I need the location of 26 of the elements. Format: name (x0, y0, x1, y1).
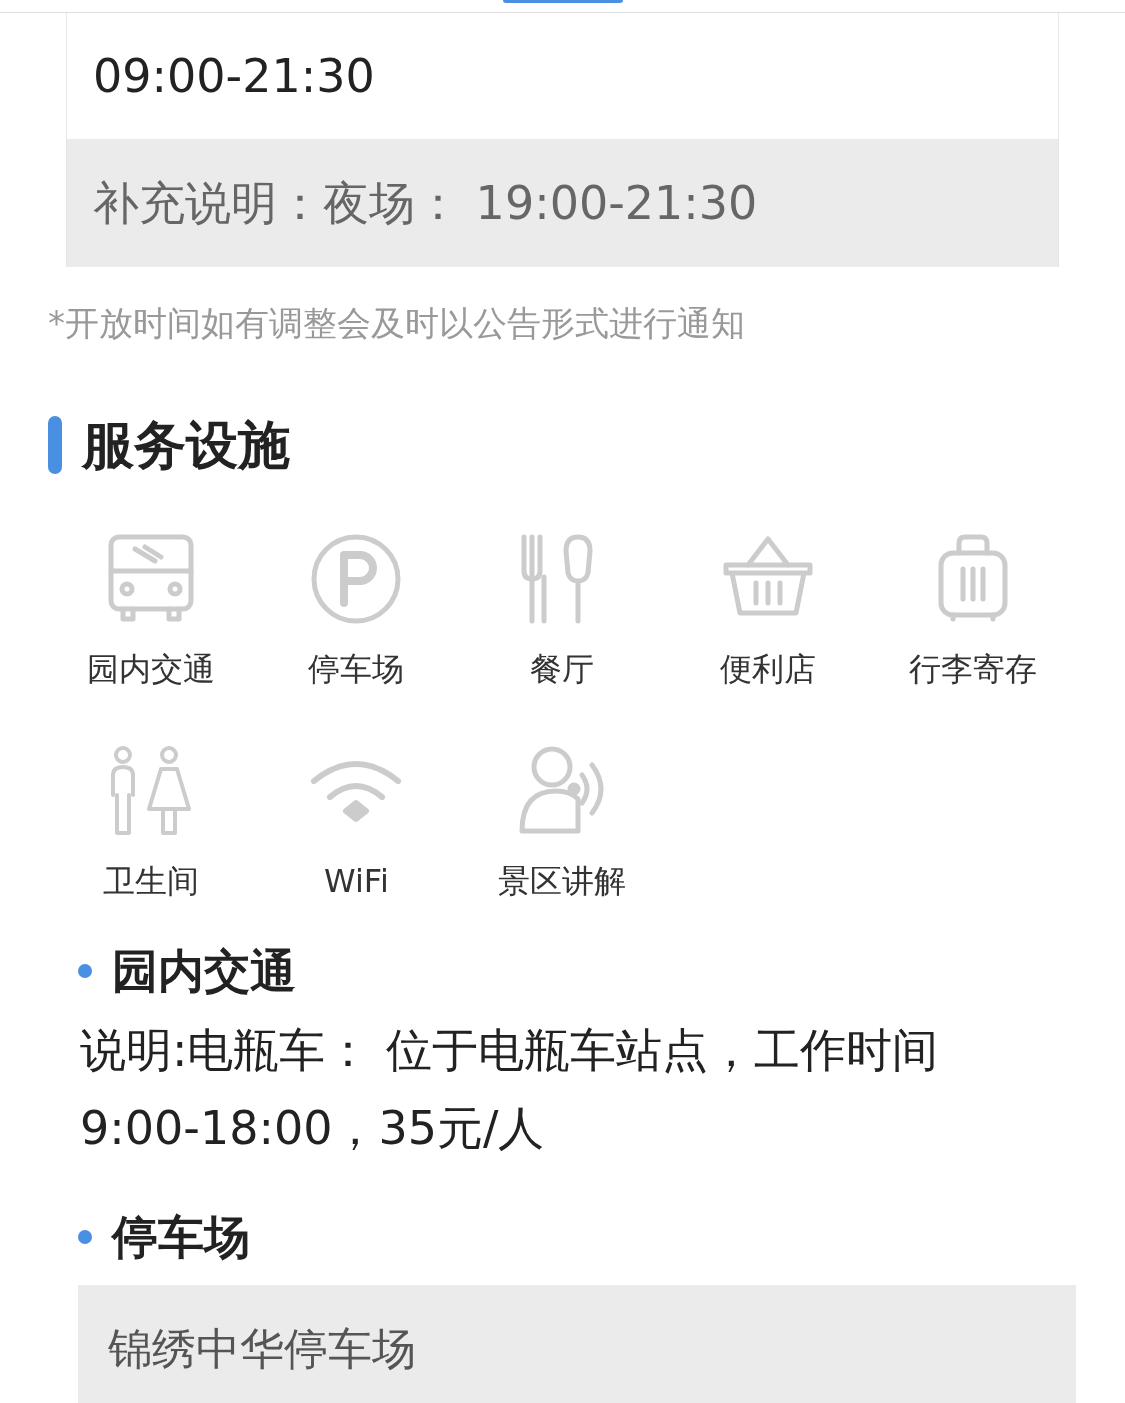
facility-item[interactable]: 卫生间 (48, 745, 254, 901)
parking-icon (310, 533, 403, 625)
info-box: 锦绣中华停车场 (78, 1285, 1076, 1403)
notice-text: *开放时间如有调整会及时以公告形式进行通知 (47, 302, 746, 345)
facility-item[interactable]: 景区讲解 (459, 745, 665, 901)
facility-item[interactable]: 餐厅 (459, 533, 665, 689)
facility-label: 园内交通 (86, 649, 215, 689)
subsection-title: 园内交通 (112, 943, 296, 1000)
opening-hours: 09:00-21:30 (92, 47, 376, 105)
facility-item[interactable]: 行李寄存 (870, 533, 1076, 689)
subsection-title: 停车场 (112, 1209, 250, 1266)
facility-label: 便利店 (719, 649, 816, 689)
facility-label: WiFi (324, 861, 389, 901)
facility-label: 卫生间 (102, 861, 199, 901)
facility-item[interactable]: WiFi (253, 745, 460, 901)
facility-item[interactable]: 停车场 (253, 533, 460, 689)
facility-item[interactable]: 便利店 (664, 533, 871, 689)
facility-label: 景区讲解 (498, 861, 626, 901)
facility-label: 餐厅 (530, 649, 594, 689)
facility-label: 停车场 (308, 649, 405, 689)
facility-label: 行李寄存 (909, 649, 1038, 689)
facility-item[interactable]: 园内交通 (48, 533, 254, 689)
section-title: 服务设施 (82, 414, 290, 477)
description-text: 说明:电瓶车： 位于电瓶车站点，工作时间9:00-18:00，35元/人 (79, 1022, 940, 1157)
section-accent-bar (48, 416, 62, 474)
supplement-note: 补充说明：夜场： 19:00-21:30 (67, 139, 1058, 267)
